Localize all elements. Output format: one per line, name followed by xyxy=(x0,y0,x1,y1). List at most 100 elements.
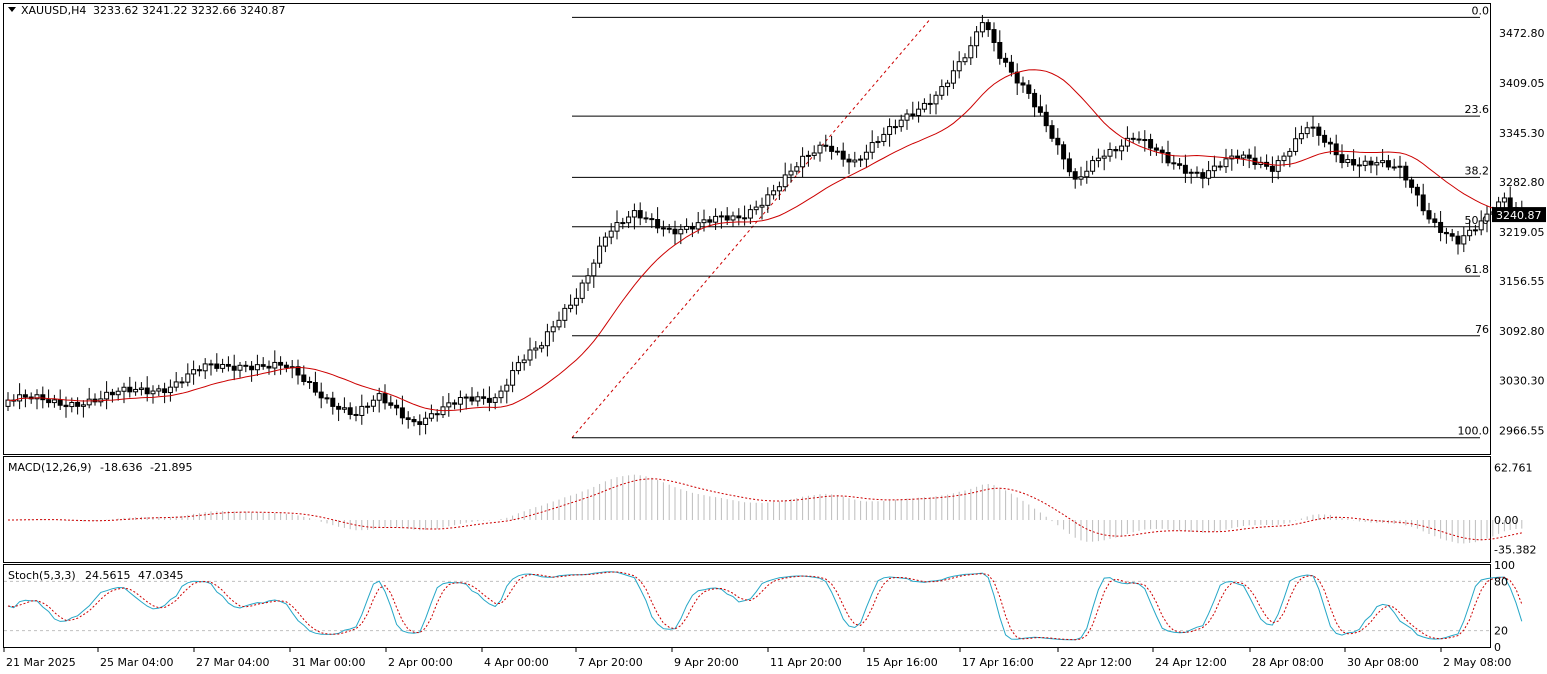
candle-body xyxy=(1194,171,1200,174)
candle-body xyxy=(962,57,968,63)
candle-body xyxy=(185,373,191,383)
candle xyxy=(318,382,324,409)
candle-body xyxy=(597,245,603,264)
candle-body xyxy=(1049,125,1055,139)
symbol-dropdown-icon[interactable] xyxy=(8,7,16,12)
candle-body xyxy=(394,404,400,409)
candle xyxy=(1432,212,1438,228)
candle-body xyxy=(1461,235,1467,245)
candle-body xyxy=(904,113,910,121)
candle xyxy=(1374,156,1380,176)
candle xyxy=(1055,128,1061,155)
candle xyxy=(1229,149,1235,171)
candle-body xyxy=(811,152,817,156)
candle-body xyxy=(330,397,336,407)
candle-body xyxy=(1014,71,1020,84)
macd-tick: 0.00 xyxy=(1494,514,1519,527)
candle xyxy=(1426,202,1432,224)
fib-level-label: 100.0 xyxy=(1458,425,1490,438)
candle-body xyxy=(411,419,417,423)
candle-body xyxy=(1119,145,1125,152)
candle-body xyxy=(249,365,255,371)
candle-body xyxy=(196,369,202,372)
candle xyxy=(179,376,185,388)
candle xyxy=(394,399,400,416)
fib-trend-line[interactable] xyxy=(571,19,931,439)
candle xyxy=(469,387,475,406)
time-label: 27 Mar 04:00 xyxy=(196,656,269,669)
candle xyxy=(1356,157,1362,178)
price-tick: 3219.05 xyxy=(1499,226,1545,239)
candle xyxy=(1107,142,1113,162)
candle-body xyxy=(1339,154,1345,164)
candle xyxy=(115,387,121,401)
candle xyxy=(1246,148,1252,169)
candle xyxy=(289,360,295,379)
candle-body xyxy=(486,397,492,403)
candle-body xyxy=(266,365,272,369)
candle-body xyxy=(173,381,179,388)
candle xyxy=(1351,149,1357,171)
candle xyxy=(1298,125,1304,145)
candle-body xyxy=(823,144,829,147)
candle xyxy=(162,382,168,404)
candle-body xyxy=(80,404,86,407)
candle xyxy=(1188,168,1194,184)
candle-body xyxy=(1298,133,1304,140)
candle-body xyxy=(736,215,742,219)
candle xyxy=(34,389,40,410)
time-label: 28 Apr 08:00 xyxy=(1252,656,1324,669)
candle xyxy=(51,394,57,408)
candle xyxy=(283,361,289,373)
time-label: 9 Apr 20:00 xyxy=(674,656,739,669)
candle-body xyxy=(1281,155,1287,162)
candle-body xyxy=(104,391,110,400)
candle xyxy=(939,79,945,100)
candle xyxy=(1078,166,1084,186)
stoch-signal-value: 47.0345 xyxy=(138,569,184,582)
stoch-tick: 100 xyxy=(1494,559,1515,572)
candle-body xyxy=(1026,84,1032,94)
candle xyxy=(127,376,133,398)
candle xyxy=(138,382,144,396)
candle xyxy=(1368,156,1374,174)
last-price-label: 3240.87 xyxy=(1496,209,1542,222)
candle xyxy=(1119,139,1125,161)
candle xyxy=(295,359,301,385)
candle-body xyxy=(214,363,220,369)
candle-body xyxy=(5,399,11,407)
candle xyxy=(834,147,840,156)
candle xyxy=(585,268,591,292)
price-tick: 3156.55 xyxy=(1499,275,1545,288)
fib-level: 0.0 xyxy=(572,4,1489,18)
candle-body xyxy=(1310,126,1316,129)
candle xyxy=(463,393,469,410)
candle xyxy=(515,355,521,375)
candle-body xyxy=(1507,197,1513,209)
candle xyxy=(556,311,562,331)
candle-body xyxy=(208,363,214,366)
candle xyxy=(80,400,86,418)
candle-body xyxy=(57,399,63,406)
candle-body xyxy=(521,359,527,364)
candle xyxy=(225,356,231,372)
candle-body xyxy=(1020,82,1026,86)
candle xyxy=(1061,141,1067,170)
candle xyxy=(1449,228,1455,242)
candle-body xyxy=(1235,155,1241,159)
symbol-header[interactable]: XAUUSD,H4 xyxy=(21,4,86,17)
candle-body xyxy=(834,150,840,153)
candle-body xyxy=(985,22,991,31)
candle xyxy=(1269,156,1275,183)
candle xyxy=(1223,148,1229,174)
candle-body xyxy=(678,228,684,235)
candle xyxy=(411,416,417,427)
candle xyxy=(788,163,794,183)
candle-body xyxy=(585,275,591,284)
candle-body xyxy=(1043,111,1049,127)
candle-body xyxy=(968,45,974,59)
candle xyxy=(202,358,208,379)
candle xyxy=(1148,133,1154,156)
candle-body xyxy=(742,217,748,220)
candle xyxy=(527,337,533,366)
